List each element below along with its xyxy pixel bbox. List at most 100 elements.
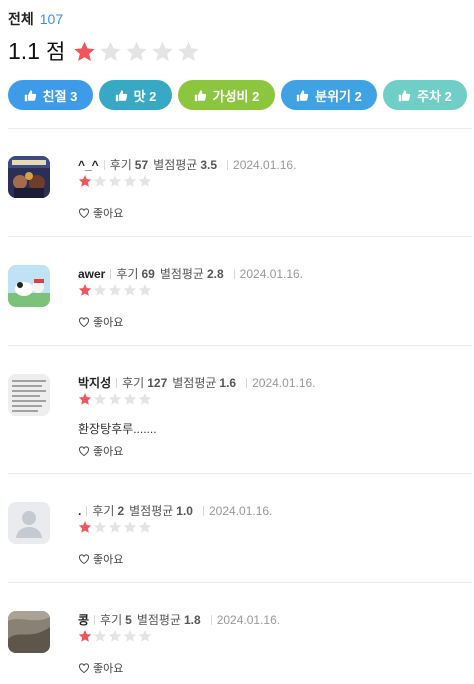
profile-photo xyxy=(8,156,50,198)
separator xyxy=(246,377,248,388)
star-icon xyxy=(123,175,137,187)
review-date: 2024.01.16. xyxy=(216,612,281,627)
avatar[interactable] xyxy=(8,265,50,307)
avg-rating: 1.8 xyxy=(184,612,201,627)
review-meta: 박지성 후기 127 별점평균 1.6 2024.01.16. xyxy=(78,374,316,391)
avatar[interactable] xyxy=(8,374,50,416)
avg-rating-label: 별점평균 xyxy=(129,504,174,518)
review-star-rating xyxy=(78,629,152,643)
heart-icon xyxy=(79,663,89,674)
avg-rating-label: 별점평균 xyxy=(172,376,217,390)
star-icon xyxy=(123,284,137,296)
star-icon xyxy=(108,284,122,296)
star-icon xyxy=(138,284,152,296)
star-icon xyxy=(108,521,122,533)
heart-icon xyxy=(79,317,89,328)
separator xyxy=(116,377,118,388)
avatar[interactable] xyxy=(8,156,50,198)
thumbs-up-icon xyxy=(296,89,309,101)
tag-label: 친절 3 xyxy=(42,88,78,104)
average-score: 1.1 xyxy=(8,37,40,64)
tag-button-atmosphere[interactable]: 분위기 2 xyxy=(281,80,377,110)
star-icon xyxy=(93,630,107,642)
avg-rating-label: 별점평균 xyxy=(159,267,204,281)
reviews-header: 전체 107 xyxy=(8,9,63,29)
review-date: 2024.01.16. xyxy=(208,503,273,518)
review-count: 57 xyxy=(134,157,149,172)
star-icon xyxy=(108,630,122,642)
review-count: 5 xyxy=(125,612,132,627)
avatar[interactable] xyxy=(8,611,50,653)
star-icon xyxy=(123,393,137,405)
like-label: 좋아요 xyxy=(93,554,124,566)
like-button[interactable]: 좋아요 xyxy=(78,314,123,330)
separator xyxy=(202,505,204,516)
reviewer-name[interactable]: 박지성 xyxy=(78,374,111,391)
tag-button-kindness[interactable]: 친절 3 xyxy=(8,80,93,110)
separator xyxy=(210,614,212,625)
star-icon xyxy=(123,521,137,533)
star-icon xyxy=(78,630,92,642)
star-icon xyxy=(138,175,152,187)
star-icon xyxy=(78,284,92,296)
like-label: 좋아요 xyxy=(93,663,124,675)
separator xyxy=(86,505,88,516)
tag-button-taste[interactable]: 맛 2 xyxy=(99,80,172,110)
divider xyxy=(8,128,472,129)
separator xyxy=(94,614,96,625)
heart-icon xyxy=(79,554,89,565)
star-icon xyxy=(138,393,152,405)
separator xyxy=(227,159,229,170)
thumbs-up-icon xyxy=(115,89,127,101)
review-count-label: 후기 xyxy=(109,158,132,172)
profile-photo xyxy=(8,265,50,307)
review-date: 2024.01.16. xyxy=(239,266,304,281)
review-star-rating xyxy=(78,520,152,534)
star-icon xyxy=(138,521,152,533)
review-star-rating xyxy=(78,283,152,297)
star-icon xyxy=(126,41,147,61)
divider xyxy=(8,582,472,583)
star-icon xyxy=(123,630,137,642)
avatar[interactable] xyxy=(8,502,50,544)
review-count: 69 xyxy=(141,266,155,281)
profile-photo xyxy=(8,611,50,653)
review-count-label: 후기 xyxy=(116,267,139,281)
separator xyxy=(103,159,105,170)
star-icon xyxy=(74,41,95,61)
tag-filter-bar: 친절 3 맛 2 가성비 2 분위기 2 주차 2 xyxy=(8,80,467,110)
tag-label: 가성비 2 xyxy=(212,88,260,104)
review-star-rating xyxy=(78,392,152,406)
like-button[interactable]: 좋아요 xyxy=(78,551,123,567)
reviewer-name[interactable]: awer xyxy=(78,267,105,281)
header-title: 전체 xyxy=(8,11,34,27)
avg-rating: 1.6 xyxy=(219,375,237,390)
rating-summary: 1.1 점 xyxy=(8,36,200,66)
review-meta: ^_^ 후기 57 별점평균 3.5 2024.01.16. xyxy=(78,156,296,173)
review-date: 2024.01.16. xyxy=(252,375,316,390)
tag-button-parking[interactable]: 주차 2 xyxy=(383,80,467,110)
review-count: 127 xyxy=(147,375,168,390)
like-button[interactable]: 좋아요 xyxy=(78,205,123,221)
divider xyxy=(8,345,472,346)
like-button[interactable]: 좋아요 xyxy=(78,443,123,459)
reviewer-name[interactable]: . xyxy=(78,504,81,518)
like-button[interactable]: 좋아요 xyxy=(78,660,123,676)
thumbs-up-icon xyxy=(398,89,411,101)
tag-label: 맛 2 xyxy=(133,88,157,104)
star-icon xyxy=(78,521,92,533)
review-count-label: 후기 xyxy=(100,613,123,627)
review-star-rating xyxy=(78,174,152,188)
review-meta: 콩 후기 5 별점평균 1.8 2024.01.16. xyxy=(78,611,280,628)
review-count-label: 후기 xyxy=(122,376,145,390)
avg-rating-label: 별점평균 xyxy=(153,158,198,172)
star-icon xyxy=(138,630,152,642)
reviewer-name[interactable]: ^_^ xyxy=(78,158,99,172)
reviewer-name[interactable]: 콩 xyxy=(78,611,89,628)
star-icon xyxy=(178,41,199,61)
default-avatar-icon xyxy=(8,502,50,544)
heart-icon xyxy=(79,208,89,219)
like-label: 좋아요 xyxy=(93,208,124,220)
tag-button-value[interactable]: 가성비 2 xyxy=(178,80,275,110)
star-icon xyxy=(78,175,92,187)
